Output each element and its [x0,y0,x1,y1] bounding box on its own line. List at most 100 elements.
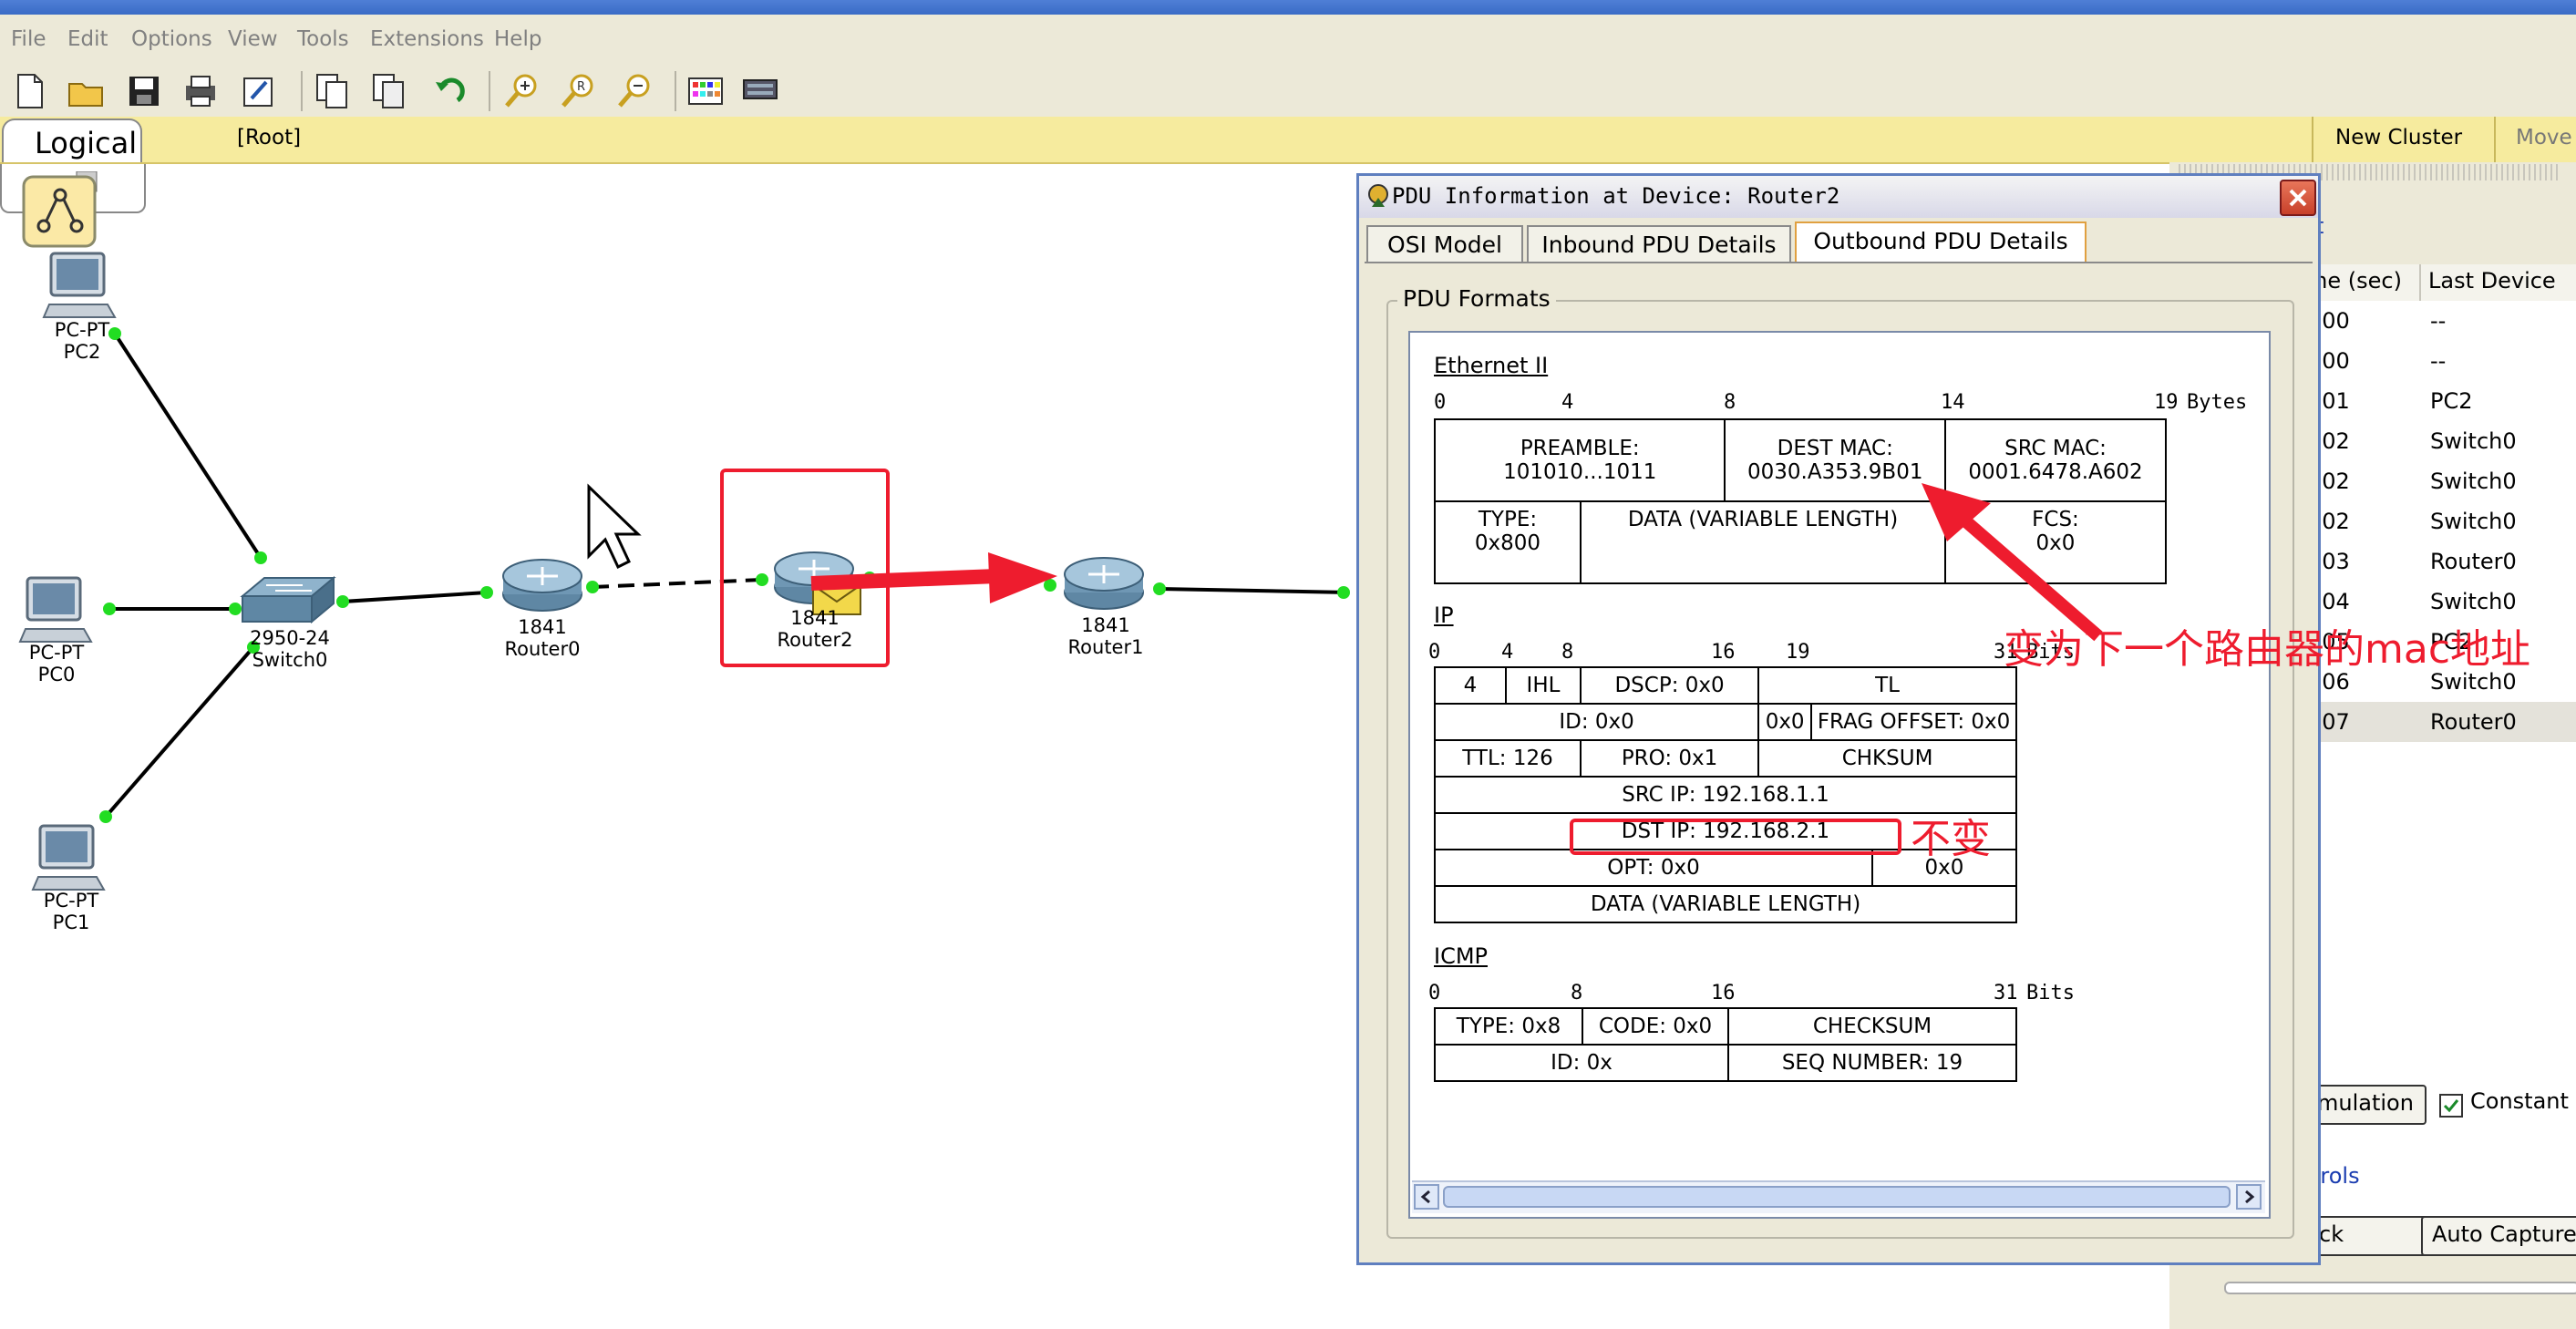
ip-heading: IP [1434,603,1454,628]
menu-edit[interactable]: Edit [67,27,108,51]
toolbar: R [0,66,2576,117]
dialog-titlebar[interactable]: PDU Information at Device: Router2 [1359,176,2318,218]
palette-icon[interactable] [685,71,726,111]
dialog-close-button[interactable] [2280,180,2316,216]
ip-tl-field: TL [1757,666,2017,705]
tab-outbound-pdu-details[interactable]: Outbound PDU Details [1795,222,2087,263]
icmp-unit: Bits [2026,982,2075,1004]
pdu-scroll-area[interactable]: Ethernet II 0 4 8 14 19 Bytes PREAMBLE: 1… [1408,331,2271,1219]
arrow-left-icon [1420,1190,1430,1204]
menu-extensions[interactable]: Extensions [370,27,484,51]
ip-data-field: DATA (VARIABLE LENGTH) [1434,885,2017,923]
port-link-light [1153,582,1166,595]
constant-label: Constant [2470,1088,2569,1114]
ip-flags-field: 0x0 [1757,703,1813,741]
event-list: 000 -- 000 -- 001 PC2 002 Switch0 002 Switch0… [2306,301,2576,747]
pdu-formats-label: PDU Formats [1397,285,1556,312]
custom-device-icon[interactable] [740,71,780,111]
ip-ihl-field: IHL [1505,666,1582,705]
router0-router-icon[interactable] [500,556,585,614]
pc2-label: PC-PT PC2 [54,319,110,363]
router1-router-icon[interactable] [1061,554,1147,613]
root-breadcrumb[interactable]: [Root] [237,126,301,149]
tab-osi-model[interactable]: OSI Model [1366,225,1523,262]
col-last-device-header[interactable]: Last Device [2428,268,2556,294]
scroll-thumb[interactable] [1443,1186,2231,1208]
copy-icon[interactable] [312,71,352,111]
list-item[interactable]: 000 -- [2306,301,2576,341]
list-item[interactable]: 002 Switch0 [2306,421,2576,461]
paste-icon[interactable] [368,71,408,111]
checkmark-icon [2443,1099,2459,1113]
menu-view[interactable]: View [228,27,278,51]
menu-help[interactable]: Help [494,27,541,51]
port-link-light [336,595,349,608]
dialog-title: PDU Information at Device: Router2 [1392,183,1840,209]
event-list-header: me (sec) Last Device [2306,264,2576,303]
scroll-left-button[interactable] [1414,1184,1439,1210]
list-item[interactable]: 001 PC2 [2306,381,2576,421]
ip-version-field: 4 [1434,666,1507,705]
list-item[interactable]: 000 -- [2306,341,2576,381]
speed-slider[interactable] [2224,1282,2576,1294]
activity-wizard-icon[interactable] [239,71,279,111]
ethernet-ruler: 8 [1724,391,1736,414]
menu-options[interactable]: Options [131,27,212,51]
port-link-light [1337,586,1350,599]
pc0-pc-icon[interactable] [18,576,100,649]
toolbar-separator [489,71,490,111]
pc2-pc-icon[interactable] [42,252,124,325]
ip-dscp-field: DSCP: 0x0 [1579,666,1760,705]
toolbar-separator [301,71,303,111]
ip-unchanged-annotation: 不变 [1911,816,1991,862]
menu-file[interactable]: File [11,27,46,51]
undo-icon[interactable] [428,71,469,111]
link-switch0-router0[interactable] [342,591,488,603]
new-cluster-button[interactable]: New Cluster [2335,126,2462,149]
link-router1-router[interactable] [1159,587,1350,594]
auto-capture-button[interactable]: Auto Capture [2421,1216,2576,1256]
list-item-selected[interactable]: 007 Router0 [2306,702,2576,742]
network-links [99,327,1350,823]
zoom-out-icon[interactable] [614,71,654,111]
ethernet-unit: Bytes [2187,391,2248,414]
constant-checkbox[interactable] [2439,1094,2463,1118]
window-titlebar [0,0,2576,15]
horizontal-scrollbar[interactable] [1412,1180,2265,1213]
mac-change-annotation: 变为下一个路由器的mac地址 [2004,626,2531,673]
icmp-seq-field: SEQ NUMBER: 19 [1727,1044,2017,1082]
save-icon[interactable] [124,71,164,111]
link-pc2-switch0[interactable] [113,332,263,560]
switch0-switch-icon[interactable] [239,574,337,629]
link-pc1-switch0[interactable] [104,645,255,819]
list-item[interactable]: 002 Switch0 [2306,501,2576,541]
ethernet-ruler: 14 [1941,391,1965,414]
port-link-light [586,581,599,593]
scroll-right-button[interactable] [2236,1184,2262,1210]
menu-tools[interactable]: Tools [297,27,349,51]
svg-text:R: R [577,80,585,94]
ip-options-field: OPT: 0x0 [1434,849,1873,887]
toolbar-separator [675,71,676,111]
open-folder-icon[interactable] [66,71,106,111]
port-link-light [103,603,116,615]
new-file-icon[interactable] [9,71,49,111]
zoom-in-icon[interactable] [501,71,541,111]
ip-ruler: 4 [1501,641,1514,664]
tab-inbound-pdu-details[interactable]: Inbound PDU Details [1527,225,1791,262]
bar-divider [2312,117,2313,162]
print-icon[interactable] [180,71,221,111]
tab-logical[interactable]: Logical [2,118,142,162]
icmp-type-field: TYPE: 0x8 [1434,1007,1583,1046]
tab-logical-label: Logical [35,126,138,160]
mouse-cursor-icon [587,483,642,570]
port-link-light [254,551,267,564]
ip-ttl-field: TTL: 126 [1434,739,1582,778]
ip-ruler: 0 [1428,641,1441,664]
zoom-reset-icon[interactable]: R [558,71,598,111]
list-item[interactable]: 003 Router0 [2306,541,2576,582]
ip-header-table: 4 IHL DSCP: 0x0 TL ID: 0x0 0x0 FRAG OFFS… [1433,666,2017,923]
move-button[interactable]: Move [2516,126,2572,149]
pc1-pc-icon[interactable] [31,824,113,897]
list-item[interactable]: 002 Switch0 [2306,461,2576,501]
